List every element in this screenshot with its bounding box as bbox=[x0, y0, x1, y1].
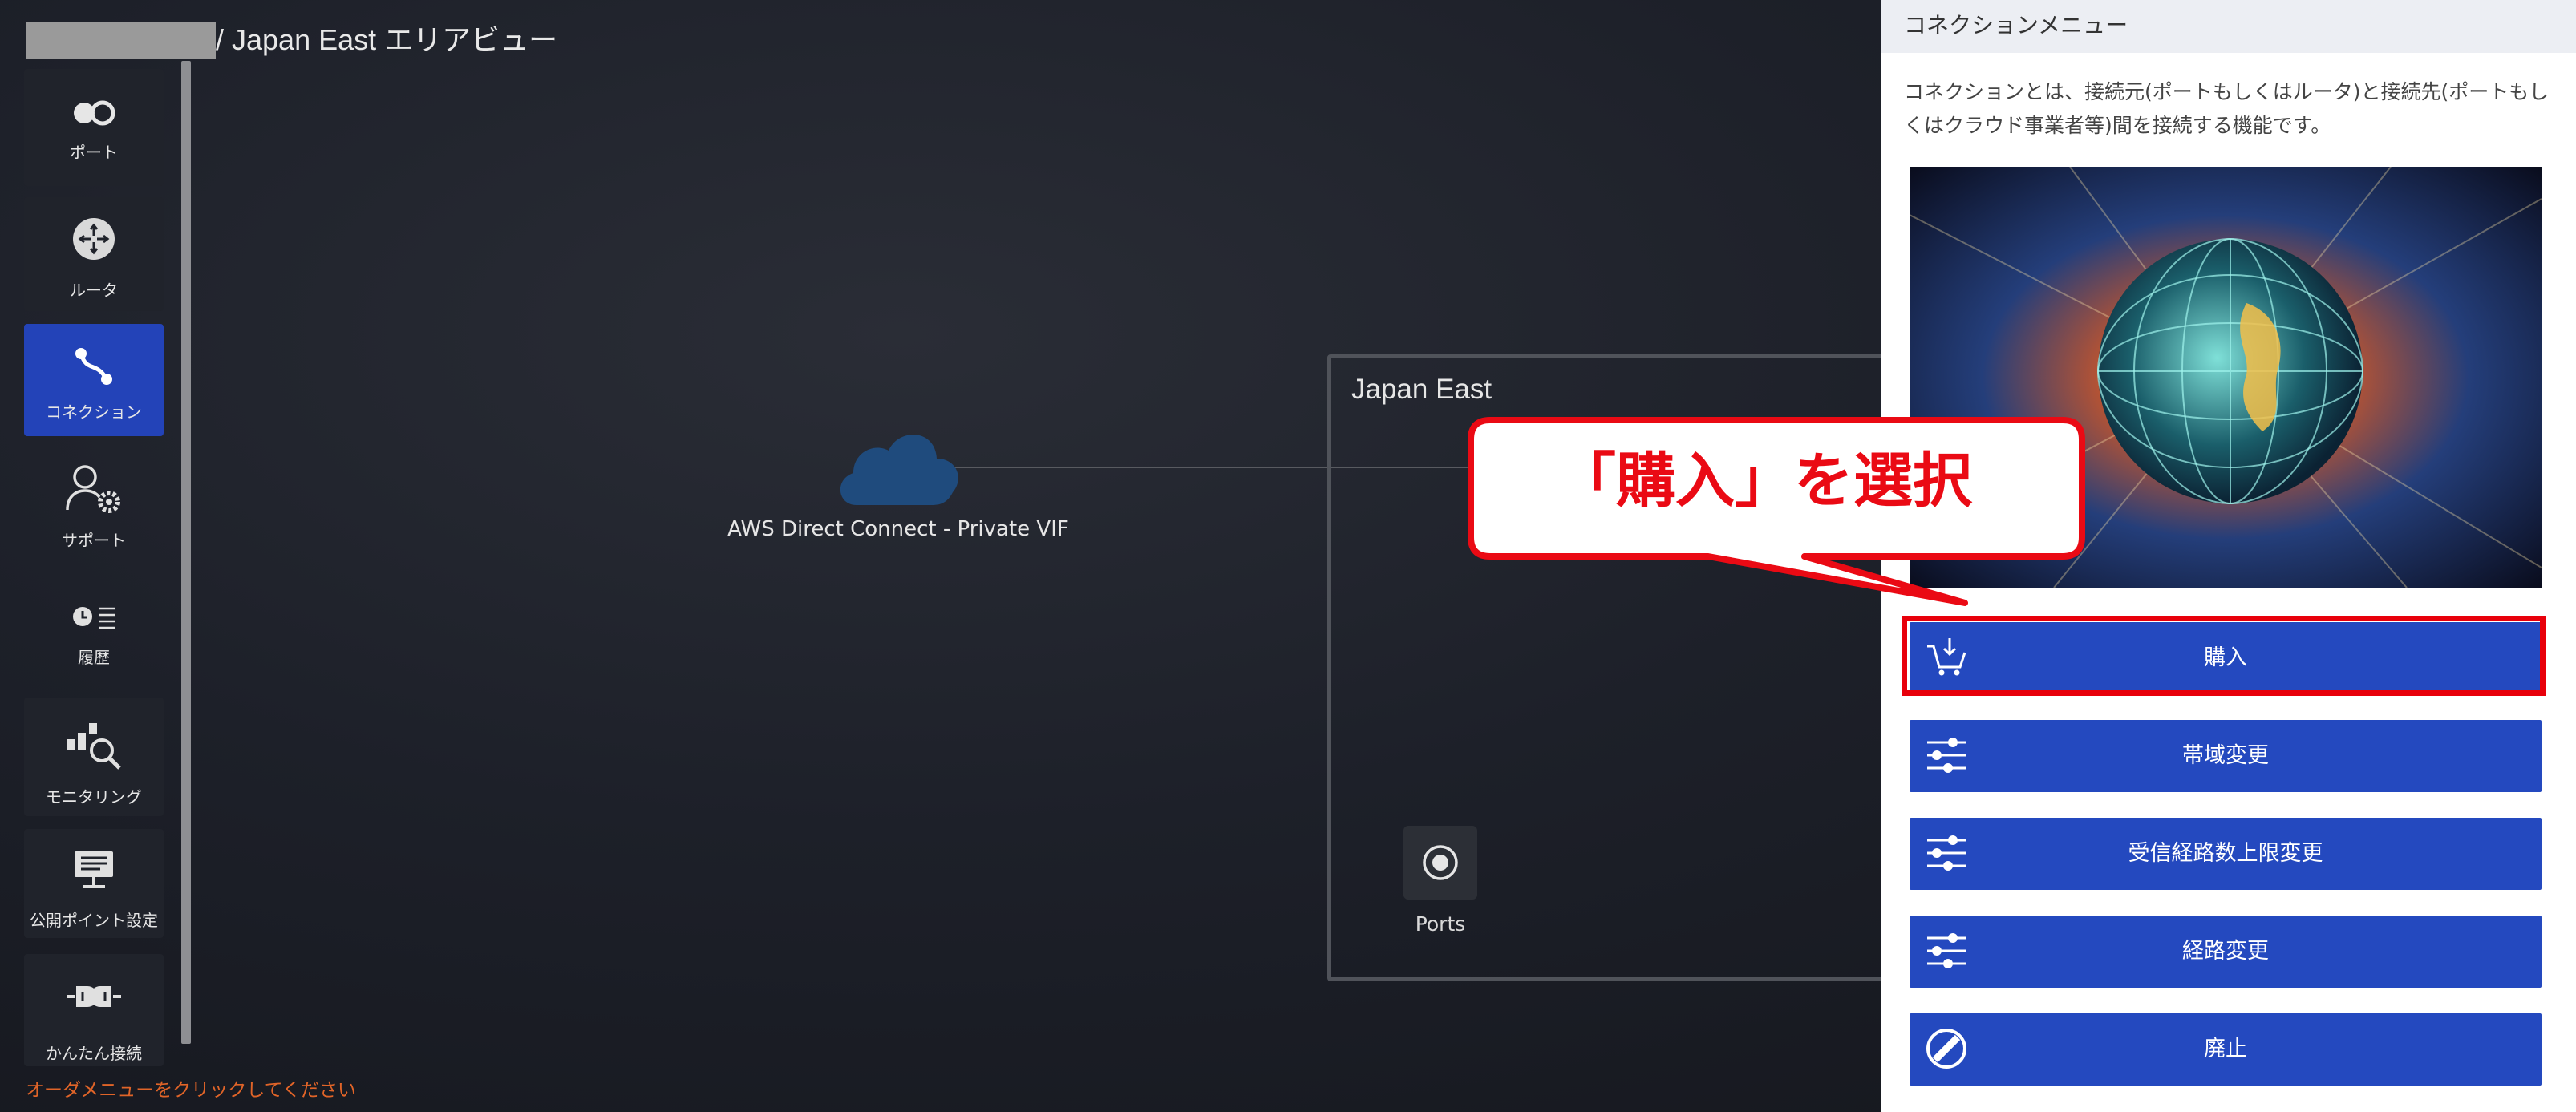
callout-text: 「購入」を選択 bbox=[1557, 447, 1972, 516]
public-point-icon bbox=[75, 851, 113, 888]
router-icon bbox=[73, 218, 115, 260]
sidebar-item-support[interactable]: サポート bbox=[24, 449, 164, 561]
purchase-highlight bbox=[1902, 616, 2546, 696]
sidebar-item-label: サポート bbox=[62, 531, 126, 550]
port-node-icon bbox=[1423, 845, 1458, 880]
sidebar-item-connection[interactable]: コネクション bbox=[24, 324, 164, 436]
easy-connect-icon bbox=[67, 986, 121, 1007]
sidebar-item-easy-connect[interactable]: かんたん接続 bbox=[24, 954, 164, 1066]
sidebar-item-label: ポート bbox=[70, 143, 118, 162]
sidebar-item-label: コネクション bbox=[46, 402, 142, 422]
ports-button[interactable] bbox=[1403, 826, 1477, 900]
sidebar-item-history[interactable]: 履歴 bbox=[24, 572, 164, 686]
cloud-icon[interactable] bbox=[832, 423, 964, 507]
bandwidth-change-label: 帯域変更 bbox=[2182, 743, 2269, 768]
route-change-label: 経路変更 bbox=[2182, 939, 2269, 964]
connection-icon bbox=[75, 348, 112, 385]
sidebar-item-label: 履歴 bbox=[78, 648, 110, 667]
port-icon bbox=[74, 100, 115, 126]
discontinue-button[interactable]: 廃止 bbox=[1910, 1013, 2542, 1086]
sidebar-item-label: かんたん接続 bbox=[46, 1044, 142, 1063]
panel-title: コネクションメニュー bbox=[1904, 12, 2128, 38]
support-icon bbox=[66, 465, 120, 513]
route-change-button[interactable]: 経路変更 bbox=[1910, 916, 2542, 988]
route-limit-change-label: 受信経路数上限変更 bbox=[2128, 841, 2323, 866]
sidebar-item-port[interactable]: ポート bbox=[24, 69, 164, 186]
status-message: オーダメニューをクリックしてください bbox=[26, 1080, 356, 1101]
sidebar-item-label: モニタリング bbox=[46, 787, 142, 807]
discontinue-label: 廃止 bbox=[2204, 1037, 2247, 1061]
history-icon bbox=[73, 607, 115, 629]
sidebar-item-router[interactable]: ルータ bbox=[24, 197, 164, 311]
cloud-label: AWS Direct Connect - Private VIF bbox=[727, 517, 1069, 541]
panel-description: コネクションとは、接続元(ポートもしくはルータ)と接続先(ポートもしくはクラウド… bbox=[1904, 80, 2550, 137]
route-limit-change-button[interactable]: 受信経路数上限変更 bbox=[1910, 818, 2542, 890]
sidebar-item-public-point[interactable]: 公開ポイント設定 bbox=[24, 829, 164, 938]
page-title: / Japan East エリアビュー bbox=[216, 23, 558, 56]
sidebar-item-monitoring[interactable]: モニタリング bbox=[24, 698, 164, 816]
sidebar-item-label: ルータ bbox=[70, 281, 118, 300]
ports-label: Ports bbox=[1415, 912, 1466, 936]
sidebar-scrollbar[interactable] bbox=[181, 61, 191, 1044]
region-title: Japan East bbox=[1351, 374, 1493, 405]
sidebar-item-label: 公開ポイント設定 bbox=[30, 911, 158, 930]
bandwidth-change-button[interactable]: 帯域変更 bbox=[1910, 720, 2542, 792]
monitoring-icon bbox=[67, 723, 121, 770]
redacted-breadcrumb bbox=[26, 22, 216, 59]
